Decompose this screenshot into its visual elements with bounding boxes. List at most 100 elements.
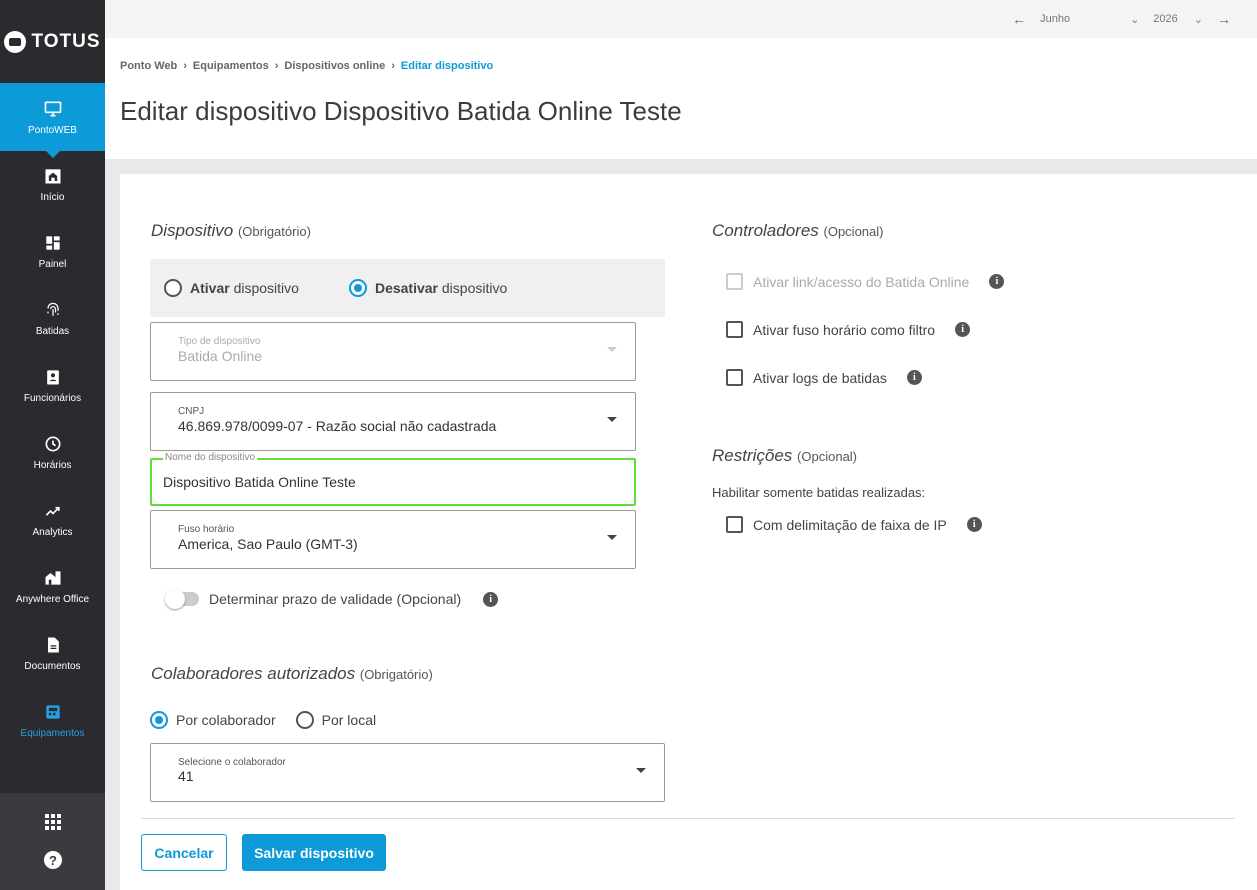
footer-divider <box>141 818 1235 819</box>
deactivate-device-label: Desativar dispositivo <box>375 280 507 296</box>
breadcrumb-separator-icon: › <box>391 60 395 72</box>
sidebar-item-painel[interactable]: Painel <box>0 218 105 285</box>
breadcrumb-dispositivos-online[interactable]: Dispositivos online <box>284 60 385 72</box>
device-name-input[interactable] <box>163 474 563 490</box>
sidebar-footer: ? <box>0 793 105 890</box>
restrictions-helper-text: Habilitar somente batidas realizadas: <box>712 485 926 500</box>
restrictions-section-title: Restrições (Opcional) <box>712 446 857 466</box>
timezone-select[interactable]: Fuso horário America, Sao Paulo (GMT-3) <box>150 510 636 569</box>
device-section-title: Dispositivo (Obrigatório) <box>151 221 311 241</box>
by-collaborator-radio[interactable]: Por colaborador <box>150 711 276 729</box>
sidebar-item-horarios[interactable]: Horários <box>0 419 105 486</box>
dashboard-icon <box>45 236 60 250</box>
ip-range-checkbox[interactable]: Com delimitação de faixa de IP i <box>726 516 982 533</box>
chevron-down-icon <box>607 347 617 352</box>
help-icon[interactable]: ? <box>43 850 63 870</box>
controllers-section-heading: Controladores <box>712 221 819 240</box>
device-icon <box>45 705 60 719</box>
timezone-filter-checkbox[interactable]: Ativar fuso horário como filtro i <box>726 321 971 338</box>
save-device-button[interactable]: Salvar dispositivo <box>242 834 386 871</box>
by-collaborator-label: Por colaborador <box>176 712 276 728</box>
punch-logs-checkbox[interactable]: Ativar logs de batidas i <box>726 369 922 386</box>
enable-online-link-label: Ativar link/acesso do Batida Online <box>753 273 970 290</box>
info-icon[interactable]: i <box>955 322 971 337</box>
clock-icon <box>45 436 60 452</box>
brand-name: TOTUS <box>31 30 101 52</box>
sidebar-item-label: Funcionários <box>23 393 82 404</box>
device-status-radio-group: Ativar dispositivo Desativar dispositivo <box>150 259 665 317</box>
year-value: 2026 <box>1153 13 1178 25</box>
collaborators-section-heading: Colaboradores autorizados <box>151 664 356 683</box>
sidebar-item-label: Horários <box>33 460 72 471</box>
next-period-arrow-icon[interactable]: → <box>1217 11 1231 27</box>
by-location-label: Por local <box>321 712 377 728</box>
month-select[interactable]: Junho ⌄ <box>1040 13 1139 26</box>
page-title: Editar dispositivo Dispositivo Batida On… <box>120 96 682 126</box>
timezone-filter-label: Ativar fuso horário como filtro <box>753 321 936 338</box>
info-icon[interactable]: i <box>989 274 1005 289</box>
sidebar-item-documentos[interactable]: Documentos <box>0 620 105 687</box>
brand-logo[interactable]: TOTUS <box>0 0 105 83</box>
device-name-field[interactable]: Nome do dispositivo <box>150 452 636 506</box>
sidebar-item-equipamentos[interactable]: Equipamentos <box>0 687 105 754</box>
activate-device-radio[interactable]: Ativar dispositivo <box>164 279 299 297</box>
chevron-down-icon <box>636 768 646 773</box>
breadcrumb-equipamentos[interactable]: Equipamentos <box>193 60 269 72</box>
sidebar-item-label: Anywhere Office <box>15 594 90 605</box>
info-icon[interactable]: i <box>906 370 922 385</box>
radio-unchecked-icon <box>295 711 314 729</box>
info-icon[interactable]: i <box>966 517 982 532</box>
apps-grid-icon[interactable] <box>44 813 62 831</box>
validity-toggle-switch[interactable] <box>165 589 199 609</box>
year-select[interactable]: 2026 ⌄ <box>1153 13 1203 26</box>
sidebar-item-funcionarios[interactable]: Funcionários <box>0 352 105 419</box>
cancel-button[interactable]: Cancelar <box>141 834 227 871</box>
collaborator-mode-radio-group: Por colaborador Por local <box>150 711 376 729</box>
sidebar-item-label: Painel <box>38 259 67 270</box>
collaborators-section-title: Colaboradores autorizados (Obrigatório) <box>151 664 433 684</box>
checkbox-box[interactable] <box>726 321 743 338</box>
sidebar-item-anywhere-office[interactable]: Anywhere Office <box>0 553 105 620</box>
by-location-radio[interactable]: Por local <box>295 711 377 729</box>
breadcrumb-current: Editar dispositivo <box>400 60 494 72</box>
chevron-down-icon: ⌄ <box>1130 13 1140 26</box>
sidebar-item-analytics[interactable]: Analytics <box>0 486 105 553</box>
checkbox-box[interactable] <box>726 369 743 386</box>
sidebar-item-inicio[interactable]: Início <box>0 151 105 218</box>
breadcrumb-separator-icon: › <box>274 60 279 72</box>
breadcrumb-separator-icon: › <box>183 60 187 72</box>
device-type-value: Batida Online <box>178 348 263 364</box>
activate-rest-text: dispositivo <box>233 280 299 296</box>
collaborator-select-label: Selecione o colaborador <box>178 757 286 768</box>
info-icon[interactable]: i <box>483 591 499 607</box>
sidebar-module-pontoweb[interactable]: PontoWEB <box>0 83 105 158</box>
radio-unchecked-icon <box>164 279 182 297</box>
trending-up-icon <box>45 506 60 516</box>
sidebar-item-batidas[interactable]: Batidas <box>0 285 105 352</box>
timezone-label: Fuso horário <box>178 524 235 535</box>
timezone-value: America, Sao Paulo (GMT-3) <box>178 536 358 552</box>
cnpj-label: CNPJ <box>178 406 205 417</box>
enable-online-link-checkbox: Ativar link/acesso do Batida Online i <box>726 273 1005 290</box>
radio-checked-icon <box>348 279 367 297</box>
period-selector-bar: ← Junho ⌄ 2026 ⌄ → <box>105 0 1257 38</box>
svg-text:?: ? <box>49 853 57 868</box>
checkbox-box[interactable] <box>726 516 743 533</box>
controllers-section-title: Controladores (Opcional) <box>712 221 883 241</box>
restrictions-section-note: (Opcional) <box>797 449 858 464</box>
breadcrumb-ponto-web[interactable]: Ponto Web <box>120 60 177 72</box>
validity-toggle-row: Determinar prazo de validade (Opcional) … <box>165 589 499 609</box>
device-type-label: Tipo de dispositivo <box>178 336 261 347</box>
device-name-label: Nome do dispositivo <box>163 452 258 463</box>
chevron-down-icon: ⌄ <box>1193 13 1203 26</box>
deactivate-device-radio[interactable]: Desativar dispositivo <box>348 279 507 297</box>
collaborator-select-value: 41 <box>178 768 194 784</box>
collaborators-section-note: (Obrigatório) <box>359 667 433 682</box>
deactivate-bold-text: Desativar <box>374 280 438 296</box>
fingerprint-icon <box>46 302 59 316</box>
sidebar-item-label: Início <box>40 192 65 203</box>
punch-logs-label: Ativar logs de batidas <box>753 369 887 386</box>
previous-period-arrow-icon[interactable]: ← <box>1012 11 1026 27</box>
cnpj-select[interactable]: CNPJ 46.869.978/0099-07 - Razão social n… <box>150 392 636 451</box>
collaborator-select[interactable]: Selecione o colaborador 41 <box>150 743 665 802</box>
